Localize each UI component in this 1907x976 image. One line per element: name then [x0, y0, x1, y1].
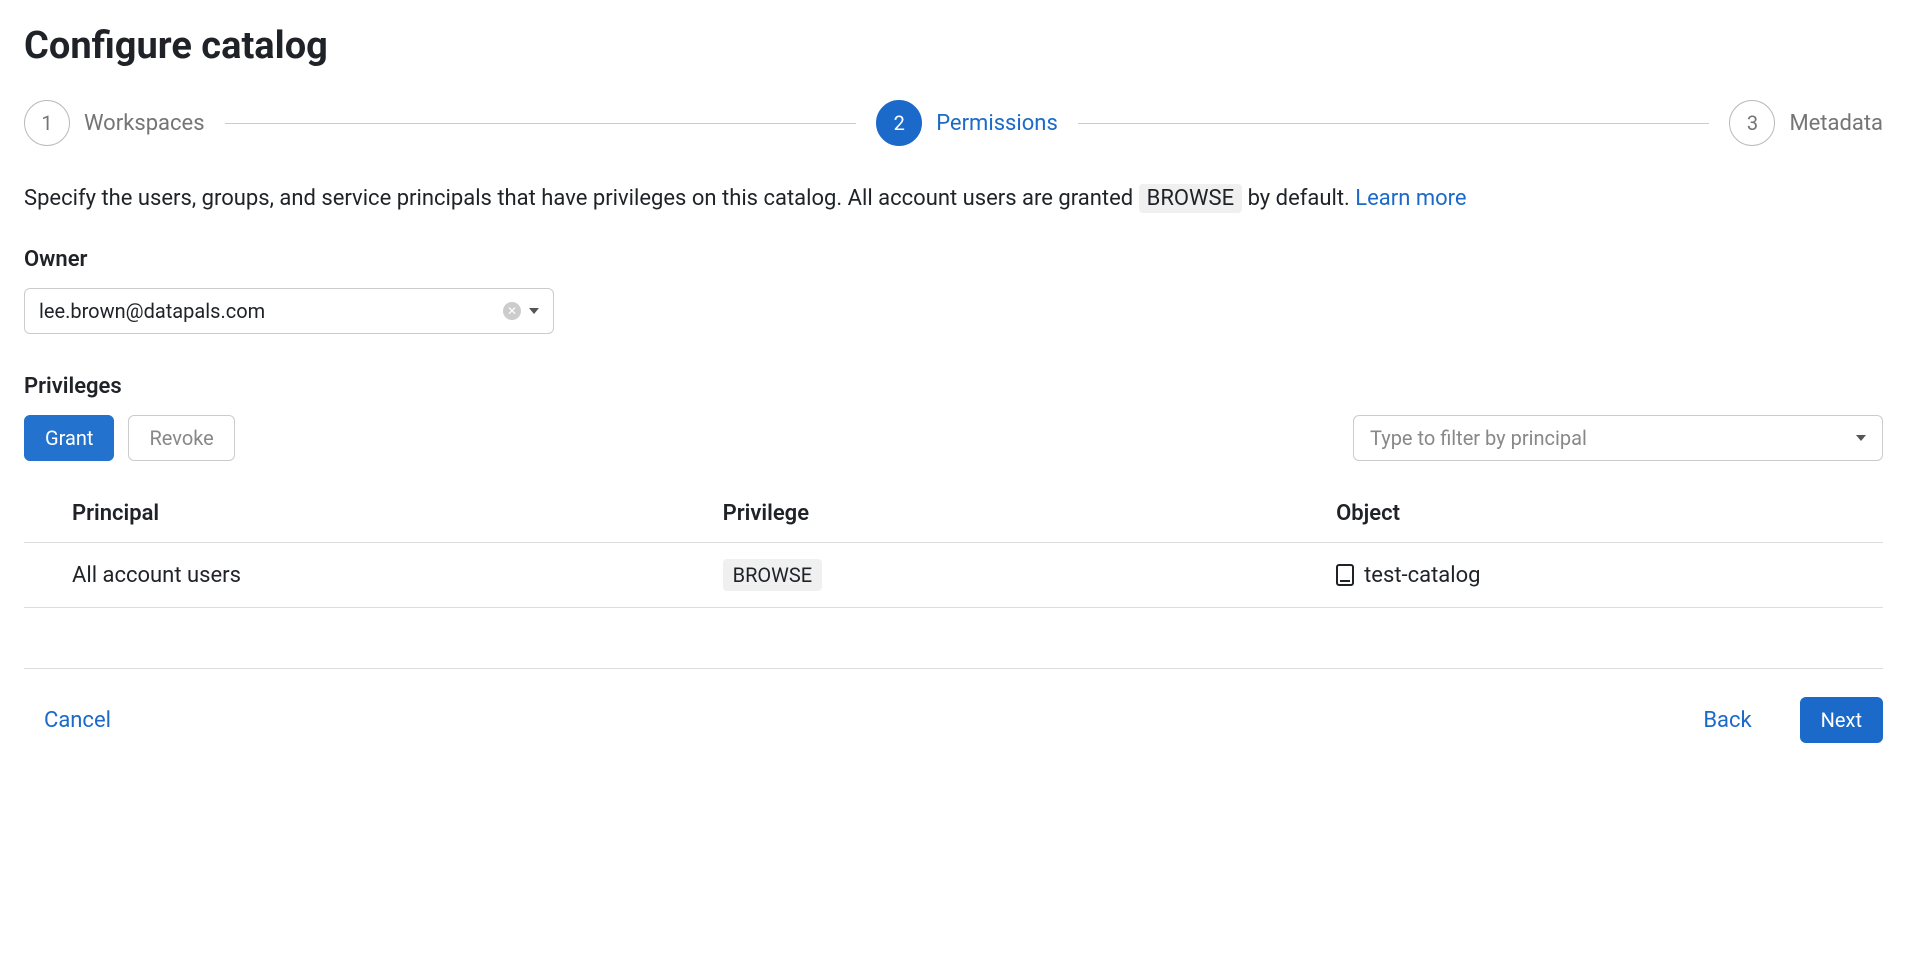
privilege-badge: BROWSE	[723, 559, 823, 591]
browse-tag: BROWSE	[1139, 184, 1242, 213]
privileges-label: Privileges	[24, 374, 1883, 399]
filter-placeholder: Type to filter by principal	[1370, 426, 1587, 450]
owner-select[interactable]: lee.brown@datapals.com ✕	[24, 288, 554, 334]
step-label-metadata: Metadata	[1789, 111, 1883, 136]
wizard-stepper: 1 Workspaces 2 Permissions 3 Metadata	[24, 100, 1883, 146]
object-name: test-catalog	[1364, 563, 1480, 588]
catalog-icon	[1336, 564, 1354, 586]
back-button[interactable]: Back	[1683, 698, 1771, 743]
step-number-2: 2	[876, 100, 922, 146]
chevron-down-icon[interactable]	[1856, 435, 1866, 441]
step-metadata[interactable]: 3 Metadata	[1729, 100, 1883, 146]
cancel-button[interactable]: Cancel	[24, 698, 131, 743]
cell-object: test-catalog	[1288, 543, 1883, 608]
clear-icon[interactable]: ✕	[503, 302, 521, 320]
cell-privilege: BROWSE	[675, 543, 1288, 608]
step-number-1: 1	[24, 100, 70, 146]
header-privilege: Privilege	[675, 485, 1288, 543]
owner-value: lee.brown@datapals.com	[39, 299, 265, 323]
grant-button[interactable]: Grant	[24, 415, 114, 461]
cell-principal: All account users	[24, 543, 675, 608]
step-divider	[225, 123, 857, 124]
header-object: Object	[1288, 485, 1883, 543]
step-workspaces[interactable]: 1 Workspaces	[24, 100, 205, 146]
step-label-workspaces: Workspaces	[84, 111, 205, 136]
chevron-down-icon[interactable]	[529, 308, 539, 314]
page-title: Configure catalog	[24, 24, 1883, 68]
step-divider	[1078, 123, 1710, 124]
revoke-button[interactable]: Revoke	[128, 415, 234, 461]
description-text: Specify the users, groups, and service p…	[24, 182, 1883, 215]
description-before: Specify the users, groups, and service p…	[24, 186, 1139, 211]
header-principal: Principal	[24, 485, 675, 543]
table-row[interactable]: All account users BROWSE test-catalog	[24, 543, 1883, 608]
step-label-permissions: Permissions	[936, 111, 1058, 136]
privileges-table: Principal Privilege Object All account u…	[24, 485, 1883, 608]
next-button[interactable]: Next	[1800, 697, 1883, 743]
description-after: by default.	[1248, 186, 1356, 211]
owner-label: Owner	[24, 247, 1883, 272]
filter-principal-select[interactable]: Type to filter by principal	[1353, 415, 1883, 461]
learn-more-link[interactable]: Learn more	[1355, 186, 1466, 211]
wizard-footer: Cancel Back Next	[24, 668, 1883, 743]
step-permissions[interactable]: 2 Permissions	[876, 100, 1058, 146]
step-number-3: 3	[1729, 100, 1775, 146]
